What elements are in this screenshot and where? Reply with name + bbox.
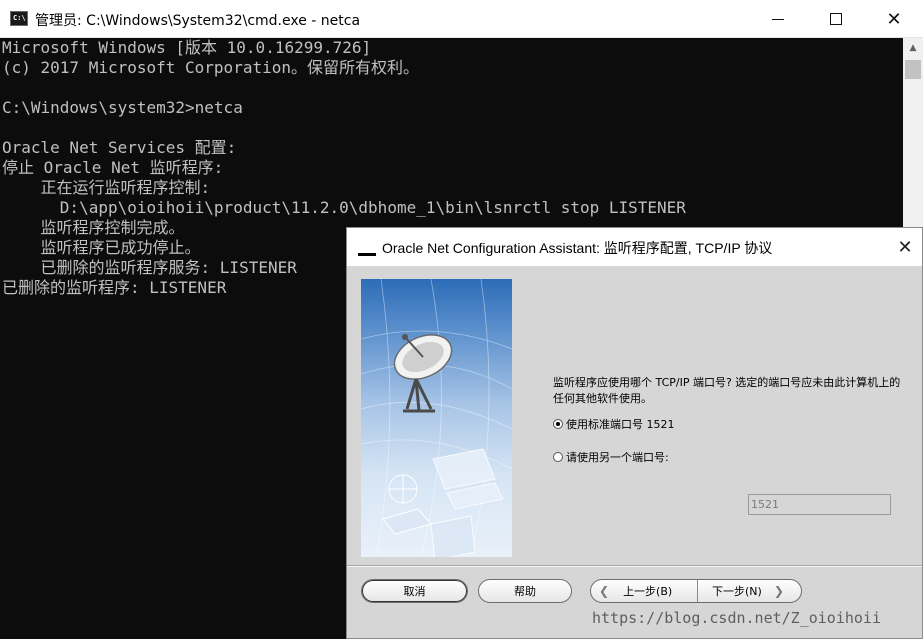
maximize-button[interactable] [807, 0, 865, 38]
custom-port-option[interactable]: 请使用另一个端口号: [553, 449, 669, 465]
console-line: 监听程序已成功停止。 [2, 238, 201, 257]
scroll-up-icon[interactable]: ▲ [903, 38, 923, 58]
netca-dialog: Oracle Net Configuration Assistant: 监听程序… [346, 227, 923, 639]
close-button[interactable]: ✕ [865, 0, 923, 38]
satellite-dish-illustration [361, 279, 512, 557]
cancel-button[interactable]: 取消 [361, 579, 468, 603]
console-line: 正在运行监听程序控制: [2, 178, 211, 197]
maximize-icon [830, 13, 842, 25]
minimize-button[interactable] [749, 0, 807, 38]
console-line: C:\Windows\system32>netca [2, 98, 243, 117]
java-window-icon [358, 253, 376, 256]
standard-port-label: 使用标准端口号 1521 [566, 418, 675, 431]
next-button[interactable]: 下一步(N) ❯ [697, 580, 801, 602]
radio-selected-icon[interactable] [553, 419, 563, 429]
scrollbar-thumb[interactable] [905, 60, 921, 79]
cancel-label: 取消 [403, 585, 426, 598]
button-separator [347, 565, 922, 567]
wizard-navigation: ❮ 上一步(B) 下一步(N) ❯ [590, 579, 802, 603]
standard-port-option[interactable]: 使用标准端口号 1521 [553, 416, 675, 432]
port-question-text: 监听程序应使用哪个 TCP/IP 端口号? 选定的端口号应未由此计算机上的任何其… [553, 376, 901, 405]
dialog-close-button[interactable]: ✕ [892, 234, 918, 260]
radio-unselected-icon[interactable] [553, 452, 563, 462]
console-line: Microsoft Windows [版本 10.0.16299.726] [2, 38, 372, 57]
wizard-illustration [361, 279, 512, 557]
watermark-text: https://blog.csdn.net/Z_oioihoii [592, 609, 881, 627]
chevron-right-icon: ❯ [773, 584, 784, 598]
console-line: 监听程序控制完成。 [2, 218, 185, 237]
back-button[interactable]: ❮ 上一步(B) [591, 580, 697, 602]
dialog-title: Oracle Net Configuration Assistant: 监听程序… [382, 240, 773, 256]
cmd-icon: C:\ [10, 11, 28, 26]
help-label: 帮助 [514, 585, 536, 598]
minimize-icon [772, 18, 784, 20]
custom-port-input[interactable]: 1521 [748, 494, 891, 515]
custom-port-label: 请使用另一个端口号: [566, 451, 669, 464]
console-line: Oracle Net Services 配置: [2, 138, 237, 157]
console-line: 已删除的监听程序: LISTENER [2, 278, 227, 297]
close-icon: ✕ [897, 236, 913, 258]
close-icon: ✕ [886, 8, 902, 30]
next-label: 下一步(N) [712, 585, 762, 598]
window-title: 管理员: C:\Windows\System32\cmd.exe - netca [35, 13, 361, 29]
window-titlebar[interactable]: C:\ 管理员: C:\Windows\System32\cmd.exe - n… [0, 0, 923, 38]
console-line: (c) 2017 Microsoft Corporation。保留所有权利。 [2, 58, 419, 77]
back-label: 上一步(B) [623, 585, 673, 598]
console-line: 停止 Oracle Net 监听程序: [2, 158, 224, 177]
console-line: 已删除的监听程序服务: LISTENER [2, 258, 297, 277]
help-button[interactable]: 帮助 [478, 579, 572, 603]
dialog-titlebar[interactable]: Oracle Net Configuration Assistant: 监听程序… [347, 228, 922, 266]
dialog-body: 监听程序应使用哪个 TCP/IP 端口号? 选定的端口号应未由此计算机上的任何其… [347, 266, 922, 638]
console-line: D:\app\oioihoii\product\11.2.0\dbhome_1\… [2, 198, 686, 217]
chevron-left-icon: ❮ [599, 584, 610, 598]
